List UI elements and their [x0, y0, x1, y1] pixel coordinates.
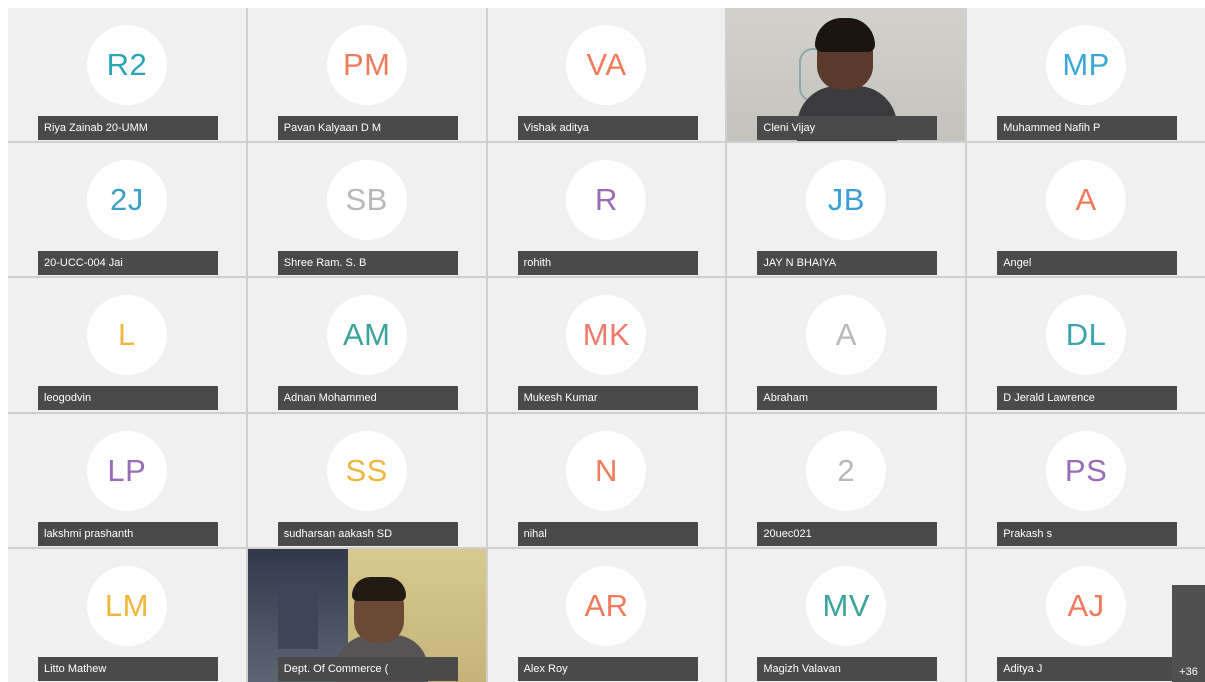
- participant-name: Shree Ram. S. B: [277, 251, 458, 276]
- participant-name: Riya Zainab 20-UMM: [38, 116, 218, 140]
- participant-name: Vishak aditya: [517, 116, 698, 140]
- avatar: A: [806, 295, 887, 376]
- overflow-count: +36: [1179, 666, 1198, 678]
- avatar: VA: [566, 25, 647, 105]
- participant-tile[interactable]: SB Shree Ram. S. B: [247, 143, 486, 277]
- avatar: MK: [566, 295, 647, 376]
- participant-tile[interactable]: SS sudharsan aakash SD: [247, 413, 486, 547]
- participant-name: Litto Mathew: [38, 656, 218, 681]
- avatar: LP: [86, 430, 167, 511]
- participant-name: leogodvin: [38, 386, 218, 411]
- participant-tile[interactable]: LP lakshmi prashanth: [8, 413, 246, 547]
- avatar: AJ: [1046, 565, 1127, 646]
- avatar: MV: [806, 565, 887, 646]
- participant-tile[interactable]: 2 20uec021: [727, 413, 966, 547]
- participant-name: Magizh Valavan: [757, 656, 938, 681]
- avatar: R2: [86, 25, 167, 105]
- participant-name: sudharsan aakash SD: [277, 521, 458, 546]
- more-participants-button[interactable]: +36: [1172, 585, 1205, 682]
- avatar: 2J: [86, 160, 167, 241]
- participant-name: Dept. Of Commerce (: [277, 656, 458, 681]
- participant-tile[interactable]: MK Mukesh Kumar: [487, 278, 726, 412]
- participant-name: Pavan Kalyaan D M: [277, 116, 458, 140]
- participant-tile[interactable]: PS Prakash s: [967, 413, 1205, 547]
- participant-tile[interactable]: L leogodvin: [8, 278, 246, 412]
- avatar: 2: [806, 430, 887, 511]
- participant-name: JAY N BHAIYA: [757, 251, 938, 276]
- participant-name: nihal: [517, 521, 698, 546]
- participant-tile[interactable]: MP Muhammed Nafih P: [967, 8, 1205, 142]
- participant-name: D Jerald Lawrence: [997, 386, 1178, 411]
- participant-name: 20-UCC-004 Jai: [38, 251, 218, 276]
- avatar: PM: [326, 25, 407, 105]
- participant-name: rohith: [517, 251, 698, 276]
- participant-name: Prakash s: [997, 521, 1178, 546]
- avatar: PS: [1046, 430, 1127, 511]
- participant-video-tile[interactable]: Cleni Vijay: [727, 8, 966, 142]
- avatar: N: [566, 430, 647, 511]
- wall-board: [277, 588, 318, 649]
- participant-tile[interactable]: DL D Jerald Lawrence: [967, 278, 1205, 412]
- avatar: R: [566, 160, 647, 241]
- avatar: AM: [326, 295, 407, 376]
- participant-name: Alex Roy: [517, 656, 698, 681]
- avatar: SB: [326, 160, 407, 241]
- participant-tile[interactable]: R rohith: [487, 143, 726, 277]
- participant-tile[interactable]: AM Adnan Mohammed: [247, 278, 486, 412]
- participant-tile[interactable]: MV Magizh Valavan: [727, 548, 966, 682]
- participant-name: Angel: [997, 251, 1178, 276]
- participant-name: Abraham: [757, 386, 938, 411]
- participant-video-tile[interactable]: Dept. Of Commerce (: [247, 548, 486, 682]
- avatar: A: [1046, 160, 1127, 241]
- participant-tile[interactable]: A Abraham: [727, 278, 966, 412]
- participant-tile[interactable]: N nihal: [487, 413, 726, 547]
- participant-name: Adnan Mohammed: [277, 386, 458, 411]
- person-hair: [351, 576, 406, 601]
- participant-name: Aditya J: [997, 656, 1178, 681]
- avatar: SS: [326, 430, 407, 511]
- participant-tile[interactable]: AR Alex Roy: [487, 548, 726, 682]
- participant-tile[interactable]: PM Pavan Kalyaan D M: [247, 8, 486, 142]
- participant-tile[interactable]: AJ Aditya J: [967, 548, 1205, 682]
- avatar: JB: [806, 160, 887, 241]
- avatar: L: [86, 295, 167, 376]
- participant-tile[interactable]: VA Vishak aditya: [487, 8, 726, 142]
- participant-tile[interactable]: 2J 20-UCC-004 Jai: [8, 143, 246, 277]
- avatar: LM: [86, 565, 167, 646]
- participant-tile[interactable]: R2 Riya Zainab 20-UMM: [8, 8, 246, 142]
- participant-name: Cleni Vijay: [757, 116, 938, 140]
- participant-tile[interactable]: A Angel: [967, 143, 1205, 277]
- participant-grid: R2 Riya Zainab 20-UMM PM Pavan Kalyaan D…: [8, 8, 1205, 682]
- participant-name: 20uec021: [757, 521, 938, 546]
- avatar: AR: [566, 565, 647, 646]
- participant-name: lakshmi prashanth: [38, 521, 218, 546]
- participant-name: Muhammed Nafih P: [997, 116, 1178, 140]
- participant-name: Mukesh Kumar: [517, 386, 698, 411]
- participant-tile[interactable]: LM Litto Mathew: [8, 548, 246, 682]
- avatar: DL: [1046, 295, 1127, 376]
- participant-tile[interactable]: JB JAY N BHAIYA: [727, 143, 966, 277]
- avatar: MP: [1046, 25, 1127, 105]
